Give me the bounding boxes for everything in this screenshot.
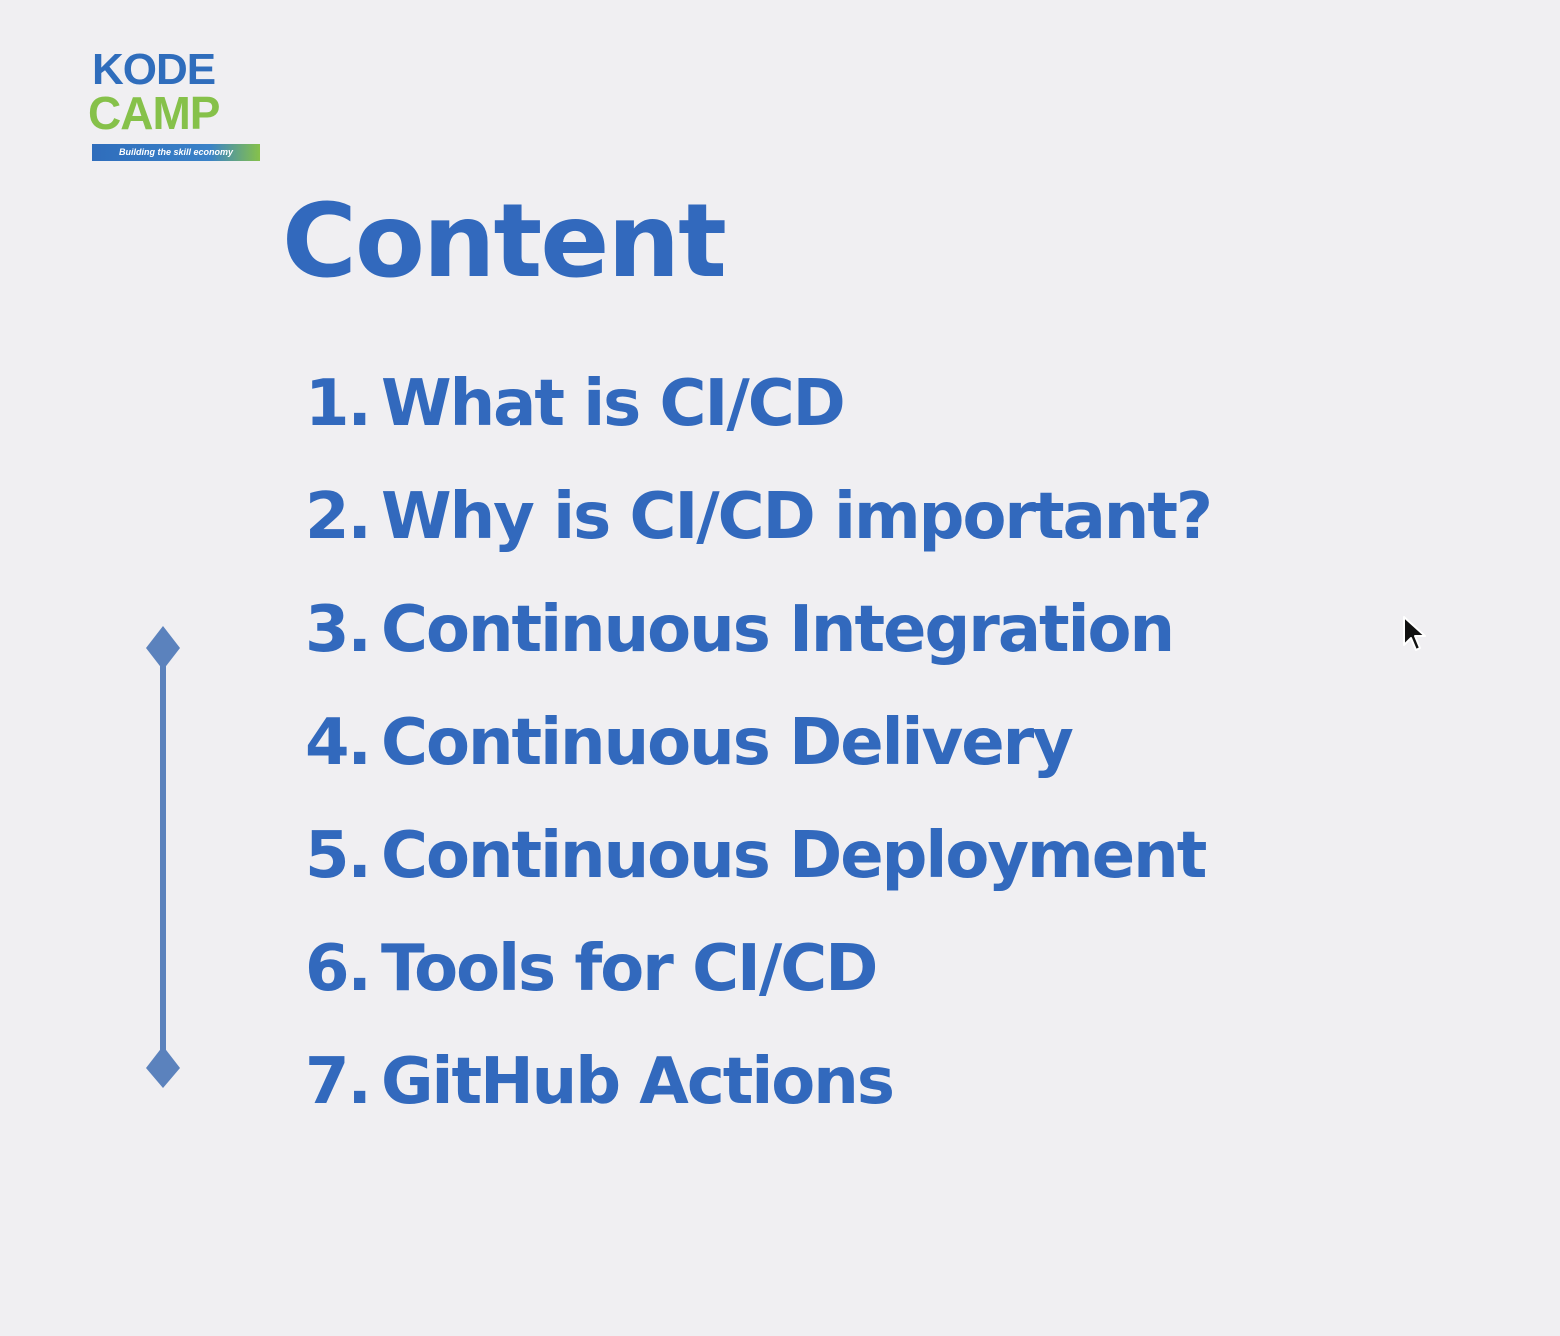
list-item: 6. Tools for CI/CD [305,917,1211,1030]
list-item: 2. Why is CI/CD important? [305,465,1213,578]
list-item: 5. Continuous Deployment [305,804,1211,917]
diamond-bottom-icon [146,1046,180,1088]
list-item-number: 3. [305,593,372,667]
logo-tagline: Building the skill economy [92,144,260,161]
kodecamp-logo: KODE CAMP Building the skill economy [88,48,268,164]
list-item: 7. GitHub Actions [305,1030,1211,1143]
mouse-pointer-icon [1403,616,1426,651]
slide-title: Content [282,182,727,301]
logo-text-kode: KODE [92,45,216,94]
vertical-line [160,656,166,1058]
list-item-text: What is CI/CD [381,367,846,441]
list-item-number: 4. [305,706,372,780]
list-item: 3. Continuous Integration [305,578,1211,691]
list-item-text: Continuous Integration [381,593,1175,667]
decorative-diamond-line [146,626,180,1088]
content-list: 1. What is CI/CD 2. Why is CI/CD importa… [305,352,1213,1143]
list-item-text: Why is CI/CD important? [381,480,1213,554]
list-item-number: 2. [305,480,372,554]
list-item-text: Continuous Delivery [381,706,1074,780]
logo-text-camp: CAMP [88,87,220,139]
list-item-number: 5. [305,819,372,893]
list-item: 4. Continuous Delivery [305,691,1211,804]
list-item: 1. What is CI/CD [305,352,1211,465]
list-item-number: 6. [305,932,372,1006]
list-item-number: 7. [305,1045,372,1119]
list-item-text: Tools for CI/CD [381,932,878,1006]
list-item-text: GitHub Actions [381,1045,895,1119]
list-item-text: Continuous Deployment [381,819,1207,893]
list-item-number: 1. [305,367,372,441]
